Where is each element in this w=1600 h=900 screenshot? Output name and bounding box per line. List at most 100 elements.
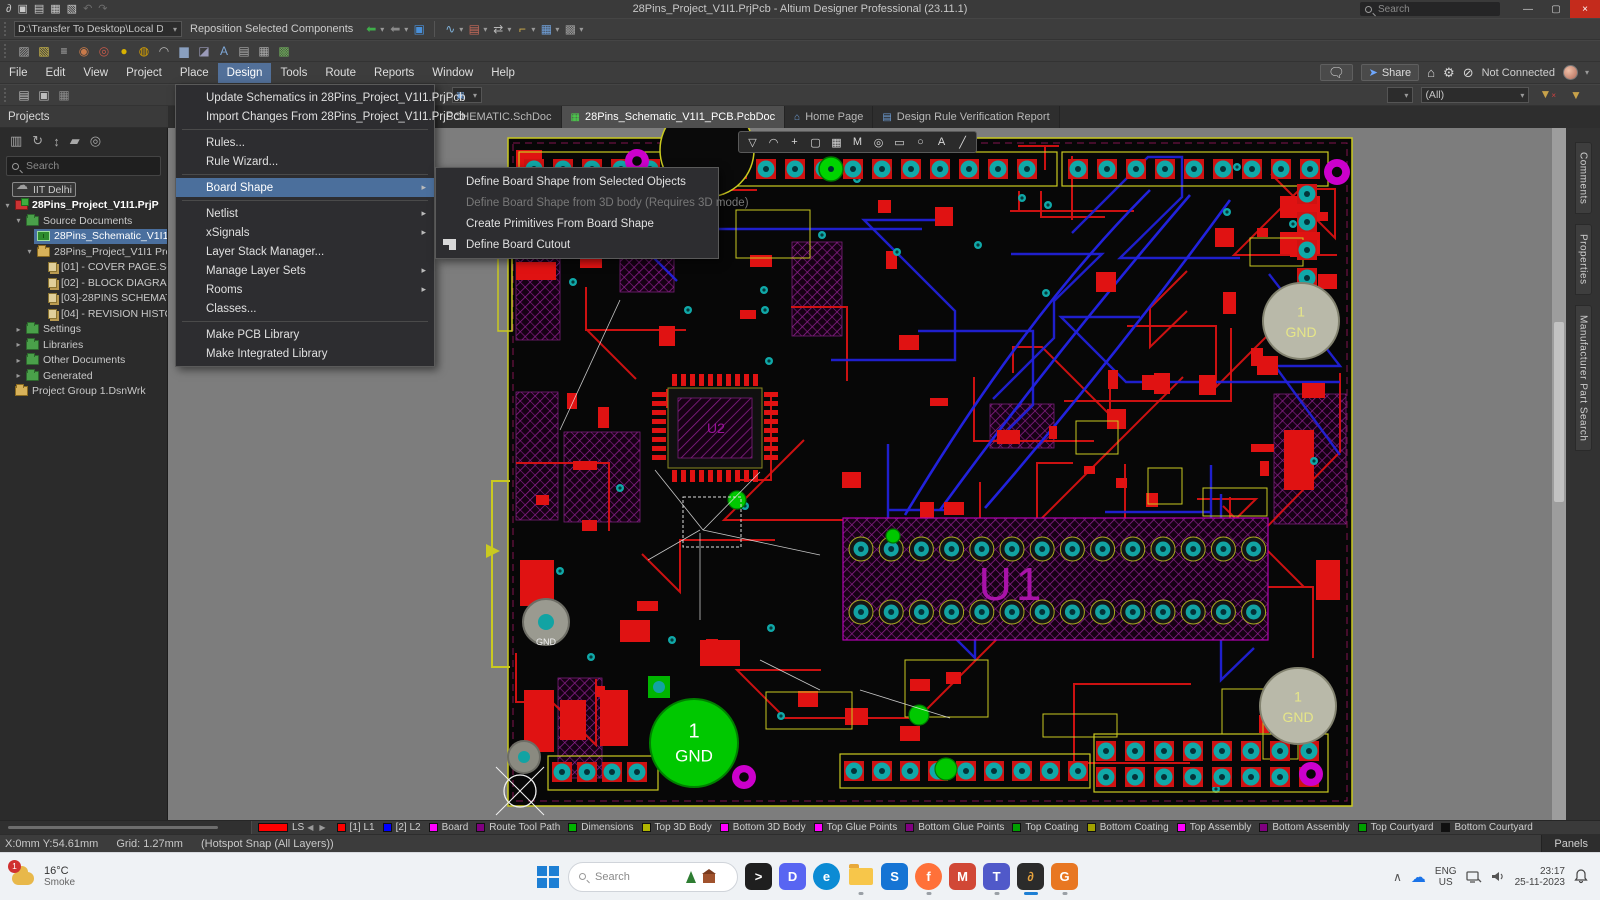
comment-button[interactable]: 🗨 — [1320, 64, 1353, 81]
tree-item-generated[interactable]: ▸Generated — [0, 368, 167, 384]
close-button[interactable]: × — [1570, 0, 1600, 18]
teams-icon[interactable]: T — [983, 863, 1010, 890]
language-indicator[interactable]: ENGUS — [1435, 866, 1457, 888]
layer-tab-top-courtyard[interactable]: Top Courtyard — [1371, 822, 1434, 833]
string-icon[interactable]: A — [216, 42, 232, 60]
toolbar-grip[interactable] — [4, 88, 10, 102]
store-icon[interactable]: S — [881, 863, 908, 890]
layer-tab-board[interactable]: Board — [442, 822, 469, 833]
gnd-pad-top-right[interactable]: 1GND — [1263, 283, 1339, 359]
panel-folder-icon[interactable]: ▰ — [70, 133, 80, 149]
connection-status[interactable]: Not Connected — [1482, 67, 1555, 79]
fill-icon[interactable]: ▆ — [176, 42, 192, 60]
share-button[interactable]: ➤ Share — [1361, 64, 1420, 81]
path-combo[interactable]: D:\Transfer To Desktop\Local Disk\ ▾ — [14, 21, 182, 37]
gear-icon[interactable]: ⚙ — [1443, 65, 1455, 81]
tree-item--02-block-diagram-schdoc[interactable]: [02] - BLOCK DIAGRAM.SchDoc — [0, 275, 167, 291]
pad-pair-icon[interactable]: ◉ — [76, 42, 92, 60]
layer-stack-icon[interactable]: ▤ — [466, 20, 482, 38]
filter-icon[interactable]: ▼ — [1568, 86, 1584, 104]
menu-reports[interactable]: Reports — [365, 63, 423, 83]
panel-tab-manufacturer-part-search[interactable]: Manufacturer Part Search — [1575, 305, 1592, 452]
expand-arrow-icon[interactable]: ▸ — [14, 325, 23, 334]
tree-item-settings[interactable]: ▸Settings — [0, 322, 167, 338]
expand-arrow-icon[interactable]: ▸ — [14, 371, 23, 380]
design-menu-board-shape[interactable]: Board Shape▸ — [176, 178, 434, 197]
back-icon[interactable]: ⬅ — [363, 20, 379, 38]
menu-help[interactable]: Help — [482, 63, 524, 83]
pad-icon[interactable]: ● — [116, 42, 132, 60]
speaker-icon[interactable] — [1491, 870, 1506, 883]
expand-arrow-icon[interactable]: ▸ — [14, 356, 23, 365]
layer-tab-route-tool-path[interactable]: Route Tool Path — [489, 822, 560, 833]
firefox-icon[interactable]: f — [915, 863, 942, 890]
design-menu-update-schematics-in-28pins-pr[interactable]: Update Schematics in 28Pins_Project_V1I1… — [176, 88, 434, 107]
open-icon[interactable]: ▦ — [56, 86, 72, 104]
tab-design-rule-verification-report[interactable]: ▤Design Rule Verification Report — [873, 106, 1059, 128]
sheet-icon[interactable]: ▤ — [236, 42, 252, 60]
track-icon[interactable]: ≡ — [56, 42, 72, 60]
layer-scroll-left-icon[interactable]: ◀ — [304, 823, 316, 832]
tree-item-28pins-schematic-v1i1-pcb-pcbd[interactable]: 28Pins_Schematic_V1I1_PCB.PcbDoc — [0, 229, 167, 245]
toolbar-grip[interactable] — [4, 22, 10, 36]
avatar[interactable] — [1563, 65, 1578, 80]
hatch-keepout-icon[interactable]: ▧ — [36, 42, 52, 60]
tree-item-28pins-project-v1i1-project[interactable]: ▾28Pins_Project_V1I1 Project — [0, 244, 167, 260]
chevron-down-icon[interactable]: ▾ — [507, 25, 511, 34]
layer-tab-bottom-assembly[interactable]: Bottom Assembly — [1272, 822, 1349, 833]
text-tool-icon[interactable]: A — [932, 136, 951, 148]
submenu-define-board-shape-from-selected-o[interactable]: Define Board Shape from Selected Objects — [436, 171, 718, 192]
layer-tab-top-3d-body[interactable]: Top 3D Body — [655, 822, 712, 833]
menu-design[interactable]: Design — [218, 63, 272, 83]
align-icon[interactable]: ⌐ — [514, 20, 530, 38]
via-icon[interactable]: ◍ — [136, 42, 152, 60]
menu-window[interactable]: Window — [423, 63, 482, 83]
network-icon[interactable] — [1466, 870, 1482, 884]
taskbar-search-box[interactable] — [568, 862, 738, 892]
app-search-box[interactable] — [1360, 2, 1500, 16]
menu-tools[interactable]: Tools — [271, 63, 316, 83]
design-menu-rooms[interactable]: Rooms▸ — [176, 280, 434, 299]
panels-button[interactable]: Panels — [1541, 835, 1600, 853]
open-document-icon[interactable]: ▧ — [67, 1, 77, 17]
terminal-app-icon[interactable]: > — [745, 863, 772, 890]
layer-set-swatch[interactable] — [258, 823, 288, 832]
panel-tab-comments[interactable]: Comments — [1575, 142, 1592, 214]
gimp-icon[interactable]: G — [1051, 863, 1078, 890]
reposition-command[interactable]: Reposition Selected Components — [190, 23, 353, 35]
chevron-down-icon[interactable]: ▾ — [1585, 68, 1589, 77]
menu-place[interactable]: Place — [171, 63, 218, 83]
design-menu-import-changes-from-28pins-pro[interactable]: Import Changes From 28Pins_Project_V1I1.… — [176, 107, 434, 126]
undo-icon[interactable]: ↶ — [83, 1, 92, 17]
save-all-icon[interactable]: ▣ — [36, 86, 52, 104]
edge-icon[interactable]: e — [813, 863, 840, 890]
chevron-down-icon[interactable]: ▾ — [404, 25, 408, 34]
submenu-create-primitives-from-board-shape[interactable]: Create Primitives From Board Shape — [436, 213, 718, 234]
tree-item-source-documents[interactable]: ▾Source Documents — [0, 213, 167, 229]
design-menu-manage-layer-sets[interactable]: Manage Layer Sets▸ — [176, 261, 434, 280]
polygon-icon[interactable]: ○ — [911, 136, 930, 148]
mask-combo[interactable]: ▾ — [1387, 87, 1413, 103]
panels-icon[interactable]: ▦ — [538, 20, 554, 38]
design-menu-classes-[interactable]: Classes... — [176, 299, 434, 318]
maximize-button[interactable]: ▢ — [1542, 0, 1570, 18]
panel-compare-icon[interactable]: ▥ — [10, 133, 22, 149]
altium-app-icon[interactable]: ∂ — [1017, 863, 1044, 890]
route-icon[interactable]: ∿ — [442, 20, 458, 38]
discord-icon[interactable]: D — [779, 863, 806, 890]
menu-file[interactable]: File — [0, 63, 37, 83]
menu-edit[interactable]: Edit — [37, 63, 75, 83]
chevron-down-icon[interactable]: ▾ — [531, 25, 535, 34]
line-tool-icon[interactable]: ╱ — [953, 136, 972, 149]
gnd-pad-bottom-right[interactable]: 1GND — [1260, 668, 1336, 744]
save-icon[interactable]: ▣ — [17, 1, 27, 17]
pad-route-icon[interactable]: ◎ — [96, 42, 112, 60]
design-menu-netlist[interactable]: Netlist▸ — [176, 204, 434, 223]
tree-item--04-revision-history-schdoc[interactable]: [04] - REVISION HISTORY.SchDoc — [0, 306, 167, 322]
design-menu-make-pcb-library[interactable]: Make PCB Library — [176, 325, 434, 344]
chevron-down-icon[interactable]: ▾ — [555, 25, 559, 34]
panel-sync-icon[interactable]: ↕ — [53, 134, 60, 149]
chevron-down-icon[interactable]: ▾ — [483, 25, 487, 34]
layer-tab-top-coating[interactable]: Top Coating — [1025, 822, 1078, 833]
app-search-input[interactable] — [1376, 3, 1476, 16]
